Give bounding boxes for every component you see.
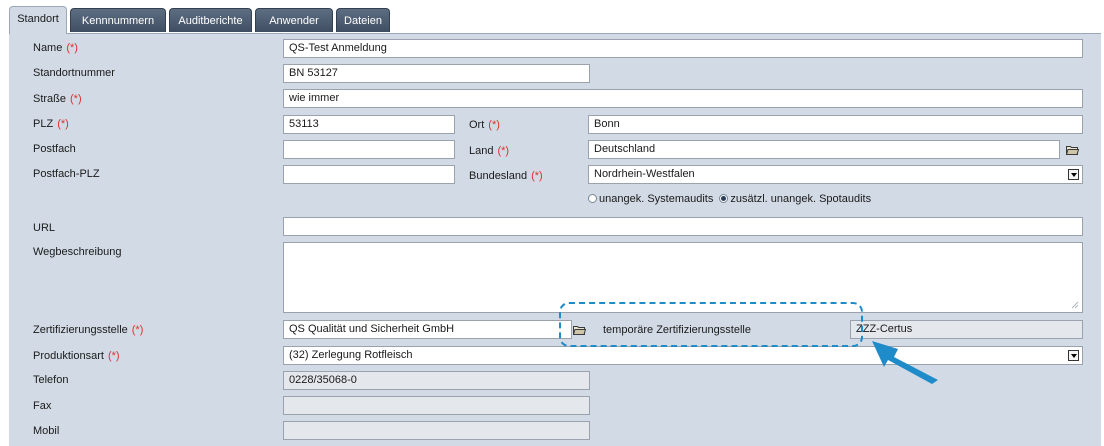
resize-grip-icon[interactable] <box>1071 301 1079 309</box>
produktionsart-value: (32) Zerlegung Rotfleisch <box>289 349 413 361</box>
required-marker: (*) <box>131 324 144 336</box>
bundesland-label: Bundesland (*) <box>469 170 543 182</box>
wegbeschreibung-textarea[interactable] <box>283 242 1083 313</box>
zertifizierungsstelle-field[interactable]: QS Qualität und Sicherheit GmbH <box>283 320 572 339</box>
required-marker: (*) <box>107 350 120 362</box>
postfach-plz-field[interactable] <box>283 165 455 184</box>
chevron-down-icon[interactable] <box>1068 350 1079 361</box>
bundesland-select[interactable]: Nordrhein-Westfalen <box>588 165 1083 184</box>
postfach-field[interactable] <box>283 140 455 159</box>
radio-systemaudits-label: unangek. Systemaudits <box>599 193 714 205</box>
radio-spotaudits[interactable] <box>719 194 729 203</box>
url-field[interactable] <box>283 217 1083 236</box>
required-marker: (*) <box>70 93 82 105</box>
required-marker: (*) <box>497 145 510 157</box>
wegbeschreibung-label: Wegbeschreibung <box>33 246 122 258</box>
mobil-field <box>283 421 590 440</box>
required-marker: (*) <box>66 42 78 54</box>
plz-label: PLZ (*) <box>33 118 69 130</box>
radio-spotaudits-label: zusätzl. unangek. Spotaudits <box>730 193 872 205</box>
folder-open-icon[interactable] <box>1066 145 1079 155</box>
strasse-field[interactable]: wie immer <box>283 89 1083 108</box>
radio-systemaudits[interactable] <box>588 194 597 203</box>
tab-dateien[interactable]: Dateien <box>336 8 390 32</box>
name-field[interactable]: QS-Test Anmeldung <box>283 39 1083 58</box>
fax-label: Fax <box>33 400 52 412</box>
strasse-label: Straße (*) <box>33 93 82 105</box>
postfach-label: Postfach <box>33 143 76 155</box>
tab-kennnummern[interactable]: Kennnummern <box>70 8 166 32</box>
tab-anwender[interactable]: Anwender <box>255 8 333 32</box>
bundesland-value: Nordrhein-Westfalen <box>594 168 695 180</box>
telefon-field: 0228/35068-0 <box>283 371 590 390</box>
required-marker: (*) <box>57 118 69 130</box>
chevron-down-icon[interactable] <box>1068 169 1079 180</box>
plz-field[interactable]: 53113 <box>283 115 455 134</box>
required-marker: (*) <box>488 119 500 131</box>
folder-open-icon[interactable] <box>573 325 586 335</box>
telefon-label: Telefon <box>33 374 69 386</box>
name-label: Name (*) <box>33 42 78 54</box>
produktionsart-select[interactable]: (32) Zerlegung Rotfleisch <box>283 346 1083 365</box>
fax-field <box>283 396 590 415</box>
standortnummer-field[interactable]: BN 53127 <box>283 64 590 83</box>
postfach-plz-label: Postfach-PLZ <box>33 168 100 180</box>
required-marker: (*) <box>531 170 543 182</box>
ort-field[interactable]: Bonn <box>588 115 1083 134</box>
audit-options: unangek. Systemaudits zusätzl. unangek. … <box>588 193 871 205</box>
mobil-label: Mobil <box>33 425 60 437</box>
url-label: URL <box>33 222 56 234</box>
land-label: Land (*) <box>469 145 510 157</box>
zertifizierungsstelle-label: Zertifizierungsstelle (*) <box>33 324 144 336</box>
standortnummer-label: Standortnummer <box>33 67 115 79</box>
tab-standort[interactable]: Standort <box>9 6 67 34</box>
land-field[interactable]: Deutschland <box>588 140 1060 159</box>
temp-zertifizierungsstelle-field: ZZZ-Certus <box>850 320 1083 339</box>
tab-auditberichte[interactable]: Auditberichte <box>169 8 252 32</box>
ort-label: Ort (*) <box>469 119 500 131</box>
temp-zertifizierungsstelle-label: temporäre Zertifizierungsstelle <box>603 324 751 336</box>
produktionsart-label: Produktionsart (*) <box>33 350 120 362</box>
